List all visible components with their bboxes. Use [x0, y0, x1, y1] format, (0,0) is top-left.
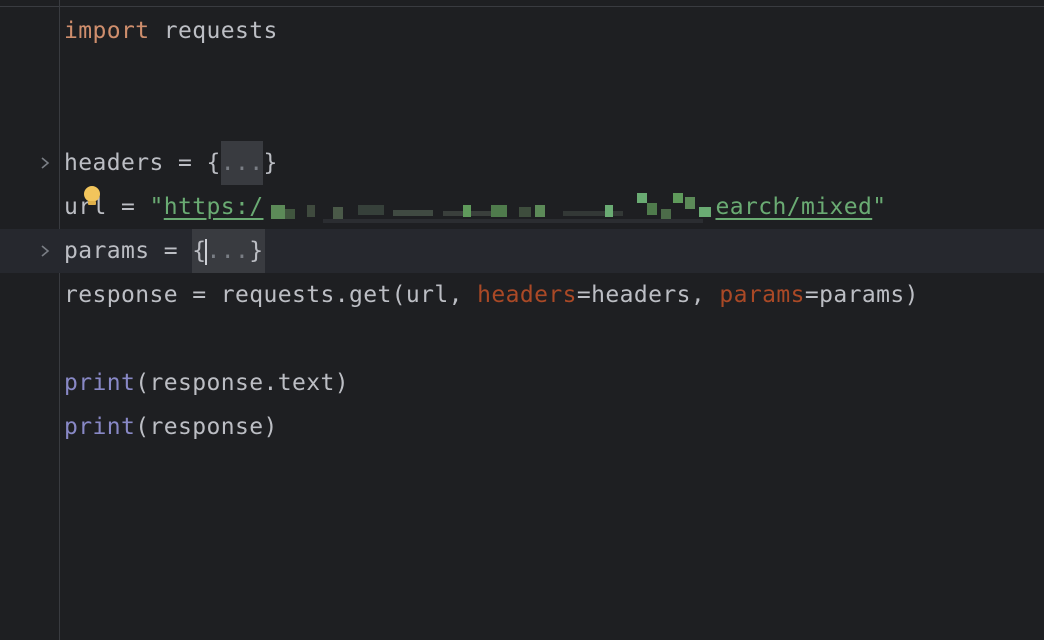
requests-get-call: response = requests.get(url, [64, 282, 478, 308]
code-line-10[interactable]: print(response) [0, 405, 1044, 449]
code-line-6-current[interactable]: params = {...} [0, 229, 1044, 273]
code-line-5[interactable]: url = "https:/ earch/mixed" [0, 185, 1044, 229]
code-line-7-text[interactable]: response = requests.get(url, headers=hea… [64, 273, 919, 317]
named-arg-headers: headers [477, 282, 577, 308]
code-line-5-text[interactable]: url = "https:/ earch/mixed" [64, 185, 886, 229]
code-line-1-text[interactable]: import requests [64, 9, 278, 53]
url-link-end[interactable]: earch/mixed [715, 194, 872, 220]
code-line-4[interactable]: headers = {...} [0, 141, 1044, 185]
assign-op: = [106, 194, 150, 220]
folded-region-placeholder[interactable]: ... [220, 141, 264, 185]
brace-close: } [249, 238, 264, 264]
intention-bulb-icon[interactable] [82, 185, 102, 207]
string-quote-open: " [149, 194, 164, 220]
print-args: (response) [135, 414, 278, 440]
code-line-9[interactable]: print(response.text) [0, 361, 1044, 405]
string-quote-close: " [872, 194, 887, 220]
print-args: (response.text) [135, 370, 349, 396]
brace-open: { [192, 238, 207, 264]
fold-chevron-icon[interactable] [36, 154, 54, 172]
named-arg-headers-value: =headers, [576, 282, 720, 308]
named-arg-params-value: =params) [804, 282, 919, 308]
code-line-1[interactable]: import requests [0, 9, 1044, 53]
code-line-6-text[interactable]: params = {...} [64, 229, 266, 273]
editor-top-border [0, 6, 1044, 7]
gutter-separator [59, 0, 60, 640]
redacted-url-segment [263, 192, 715, 223]
url-link-start[interactable]: https:/ [164, 194, 264, 220]
named-arg-params: params [719, 282, 805, 308]
code-line-7[interactable]: response = requests.get(url, headers=hea… [0, 273, 1044, 317]
module-name: requests [163, 18, 278, 44]
code-editor[interactable]: import requests headers = {...} url = "h… [0, 0, 1044, 640]
print-builtin: print [64, 370, 136, 396]
fold-chevron-icon[interactable] [36, 242, 54, 260]
brace-close: } [263, 150, 278, 176]
folded-region-placeholder: ... [206, 238, 250, 264]
print-builtin: print [64, 414, 136, 440]
folded-region-wrapper[interactable]: {...} [192, 229, 266, 273]
import-keyword: import [64, 18, 150, 44]
code-line-10-text[interactable]: print(response) [64, 405, 278, 449]
code-line-4-text[interactable]: headers = {...} [64, 141, 278, 185]
headers-var: headers [64, 150, 164, 176]
code-line-9-text[interactable]: print(response.text) [64, 361, 349, 405]
params-var: params [64, 238, 150, 264]
assign-op: = [149, 238, 193, 264]
brace-open: { [206, 150, 221, 176]
assign-op: = [163, 150, 207, 176]
